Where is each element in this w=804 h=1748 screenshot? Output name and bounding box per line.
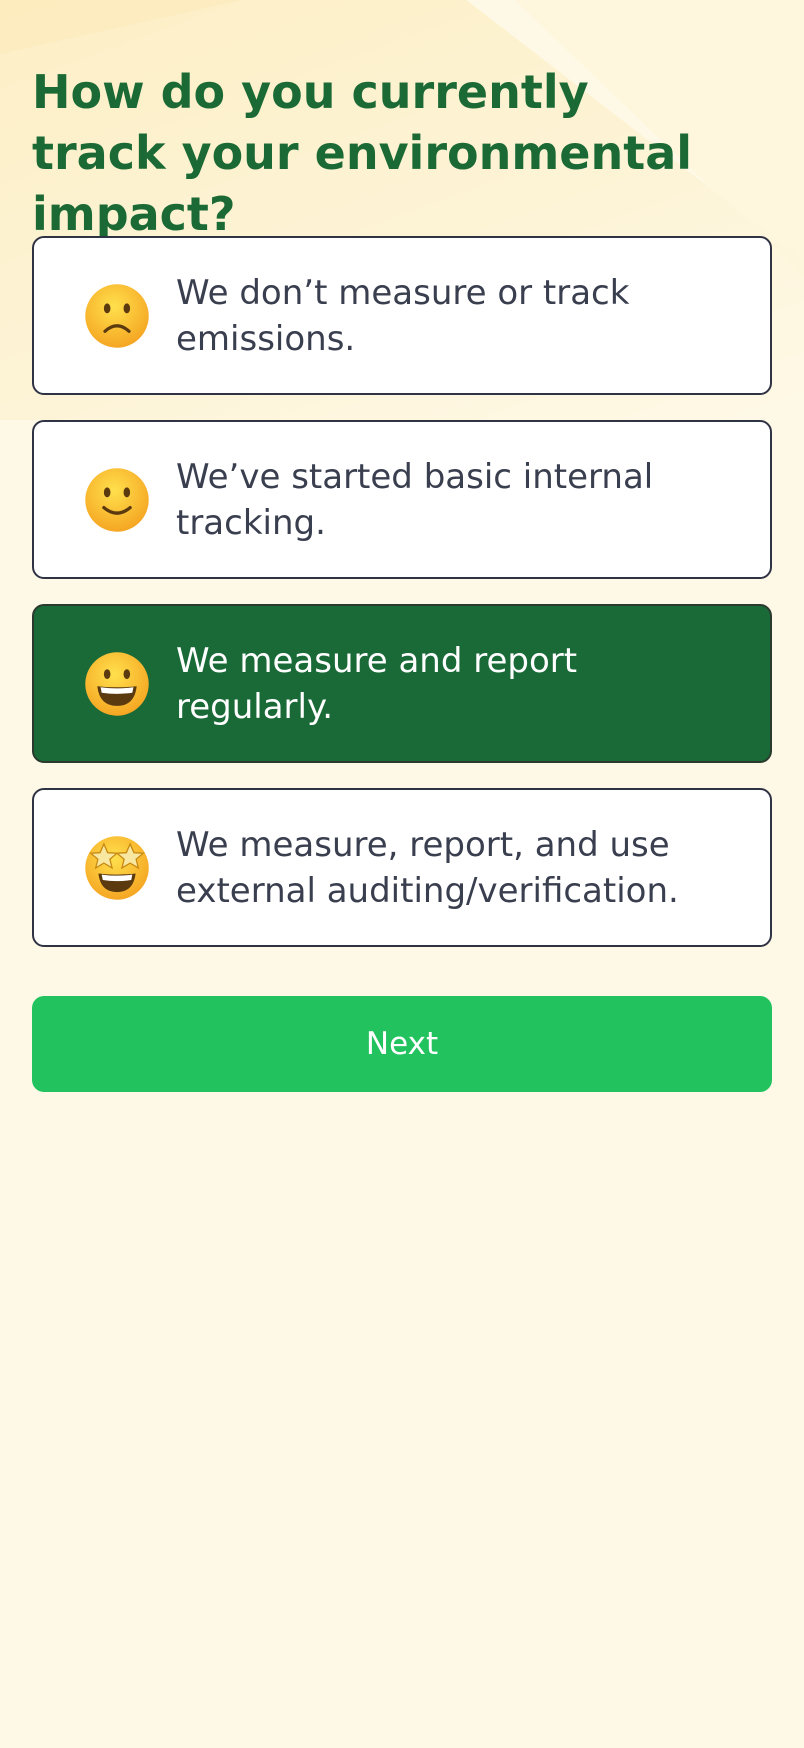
- question-title: How do you currently track your environm…: [32, 65, 693, 241]
- slightly-smiling-face-icon: [85, 467, 149, 532]
- option-not-tracking[interactable]: We don’t measure or track emissions.: [32, 236, 772, 395]
- option-basic-tracking[interactable]: We’ve started basic internal tracking.: [32, 420, 772, 579]
- slightly-frowning-face-icon: [85, 283, 149, 348]
- grinning-face-icon: [85, 651, 149, 716]
- next-button[interactable]: Next: [32, 996, 772, 1092]
- option-measure-report[interactable]: We measure and report regularly.: [32, 604, 772, 763]
- option-label: We measure and report regularly.: [176, 640, 578, 727]
- option-label: We don’t measure or track emissions.: [176, 272, 630, 359]
- star-struck-face-icon: [85, 835, 149, 900]
- option-label: We’ve started basic internal tracking.: [176, 456, 654, 543]
- answer-options: We don’t measure or track emissions. We’…: [32, 236, 772, 972]
- option-label: We measure, report, and use external aud…: [176, 824, 679, 911]
- option-external-audit[interactable]: We measure, report, and use external aud…: [32, 788, 772, 947]
